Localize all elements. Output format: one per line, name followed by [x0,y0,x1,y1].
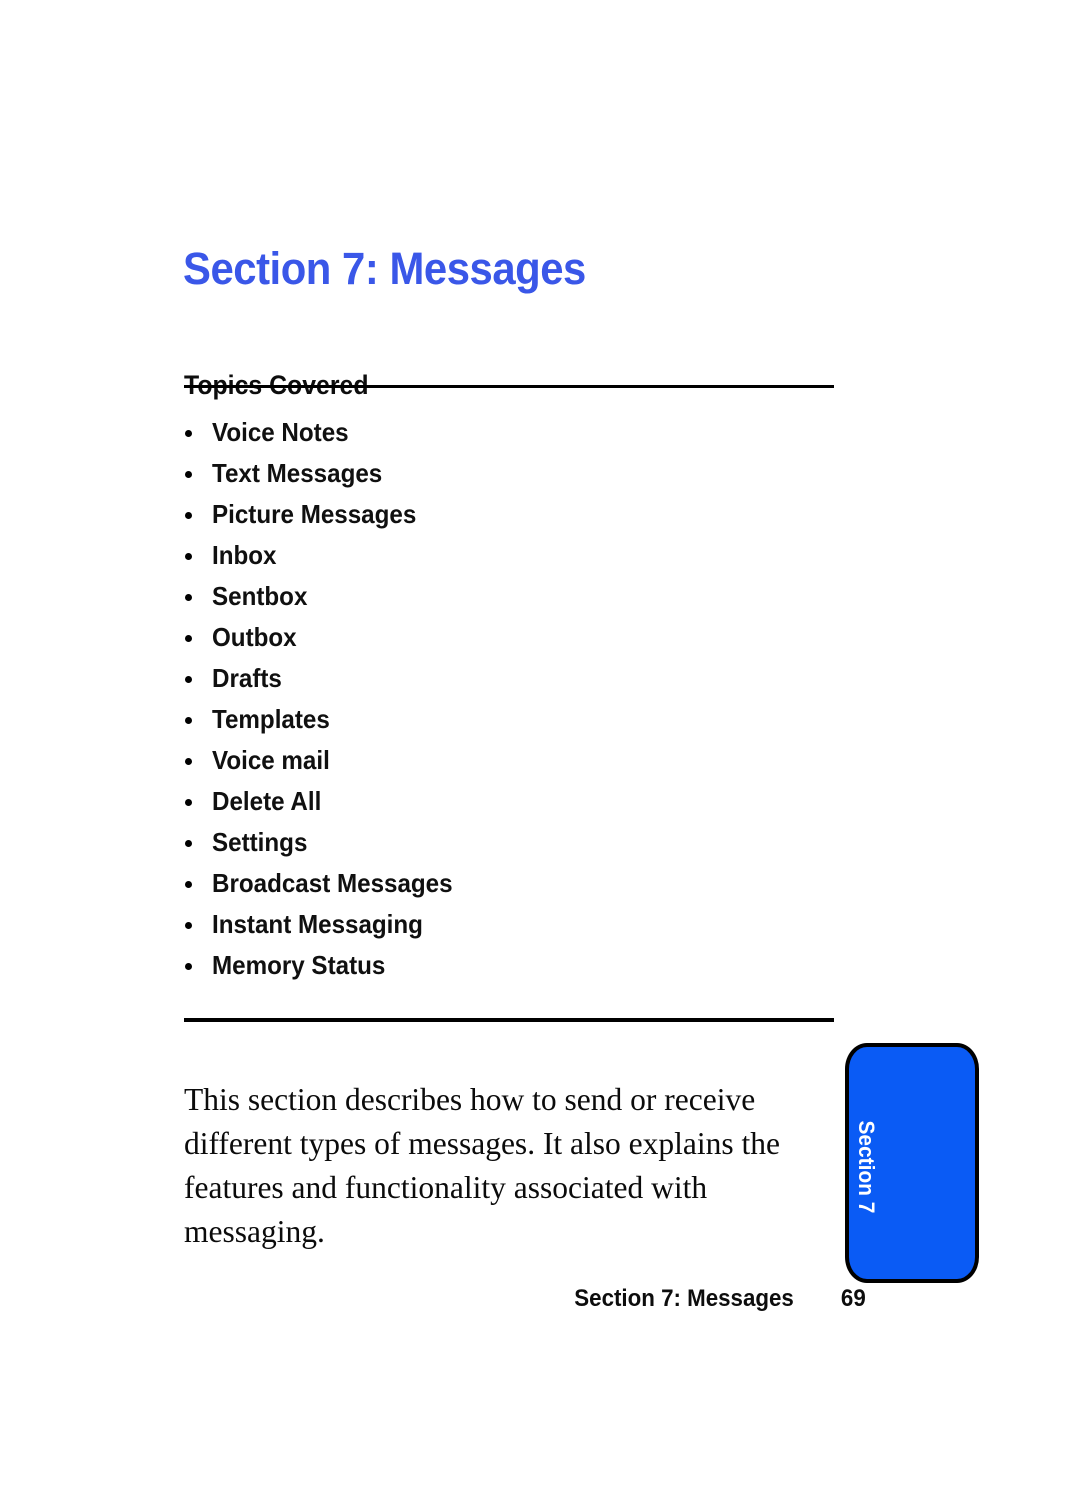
section-thumb-tab-label: Section 7 [854,1120,879,1214]
list-item: Drafts [184,658,824,699]
bullet-icon [185,922,192,929]
section-thumb-tab-label-rotated: Section 7 [849,1047,883,1287]
list-item-label: Delete All [212,786,322,816]
list-item: Settings [184,822,824,863]
list-item-label: Inbox [212,540,277,570]
page-title: Section 7: Messages [183,243,586,295]
bullet-icon [185,963,192,970]
list-item: Outbox [184,617,824,658]
section-thumb-tab: Section 7 [845,1043,979,1283]
topics-list: Voice Notes Text Messages Picture Messag… [184,412,824,986]
bullet-icon [185,881,192,888]
list-item: Text Messages [184,453,824,494]
list-item-label: Memory Status [212,950,386,980]
list-item-label: Instant Messaging [212,909,423,939]
page-footer: Section 7: Messages 69 [566,1283,867,1315]
list-item-label: Voice mail [212,745,330,775]
bullet-icon [185,717,192,724]
list-item-label: Settings [212,827,308,857]
list-item-label: Drafts [212,663,282,693]
bullet-icon [185,758,192,765]
list-item: Voice mail [184,740,824,781]
bullet-icon [185,553,192,560]
list-item-label: Picture Messages [212,499,417,529]
list-item: Templates [184,699,824,740]
bullet-icon [185,676,192,683]
list-item-label: Voice Notes [212,417,349,447]
bullet-icon [185,840,192,847]
list-item: Instant Messaging [184,904,824,945]
list-item: Inbox [184,535,824,576]
divider-top [184,385,834,388]
list-item: Sentbox [184,576,824,617]
bullet-icon [185,635,192,642]
document-page: Section 7: Messages Topics Covered Voice… [0,0,1080,1492]
list-item: Voice Notes [184,412,824,453]
list-item-label: Text Messages [212,458,383,488]
list-item-label: Templates [212,704,330,734]
bullet-icon [185,512,192,519]
list-item: Picture Messages [184,494,824,535]
list-item: Broadcast Messages [184,863,824,904]
list-item-label: Sentbox [212,581,308,611]
list-item-label: Broadcast Messages [212,868,453,898]
bullet-icon [185,471,192,478]
divider-bottom [184,1018,834,1022]
list-item: Delete All [184,781,824,822]
section-description: This section describes how to send or re… [184,1081,781,1249]
footer-section-label: Section 7: Messages [574,1285,794,1312]
bullet-icon [185,430,192,437]
list-item-label: Outbox [212,622,297,652]
bullet-icon [185,799,192,806]
bullet-icon [185,594,192,601]
list-item: Memory Status [184,945,824,986]
footer-page-number: 69 [841,1285,866,1312]
